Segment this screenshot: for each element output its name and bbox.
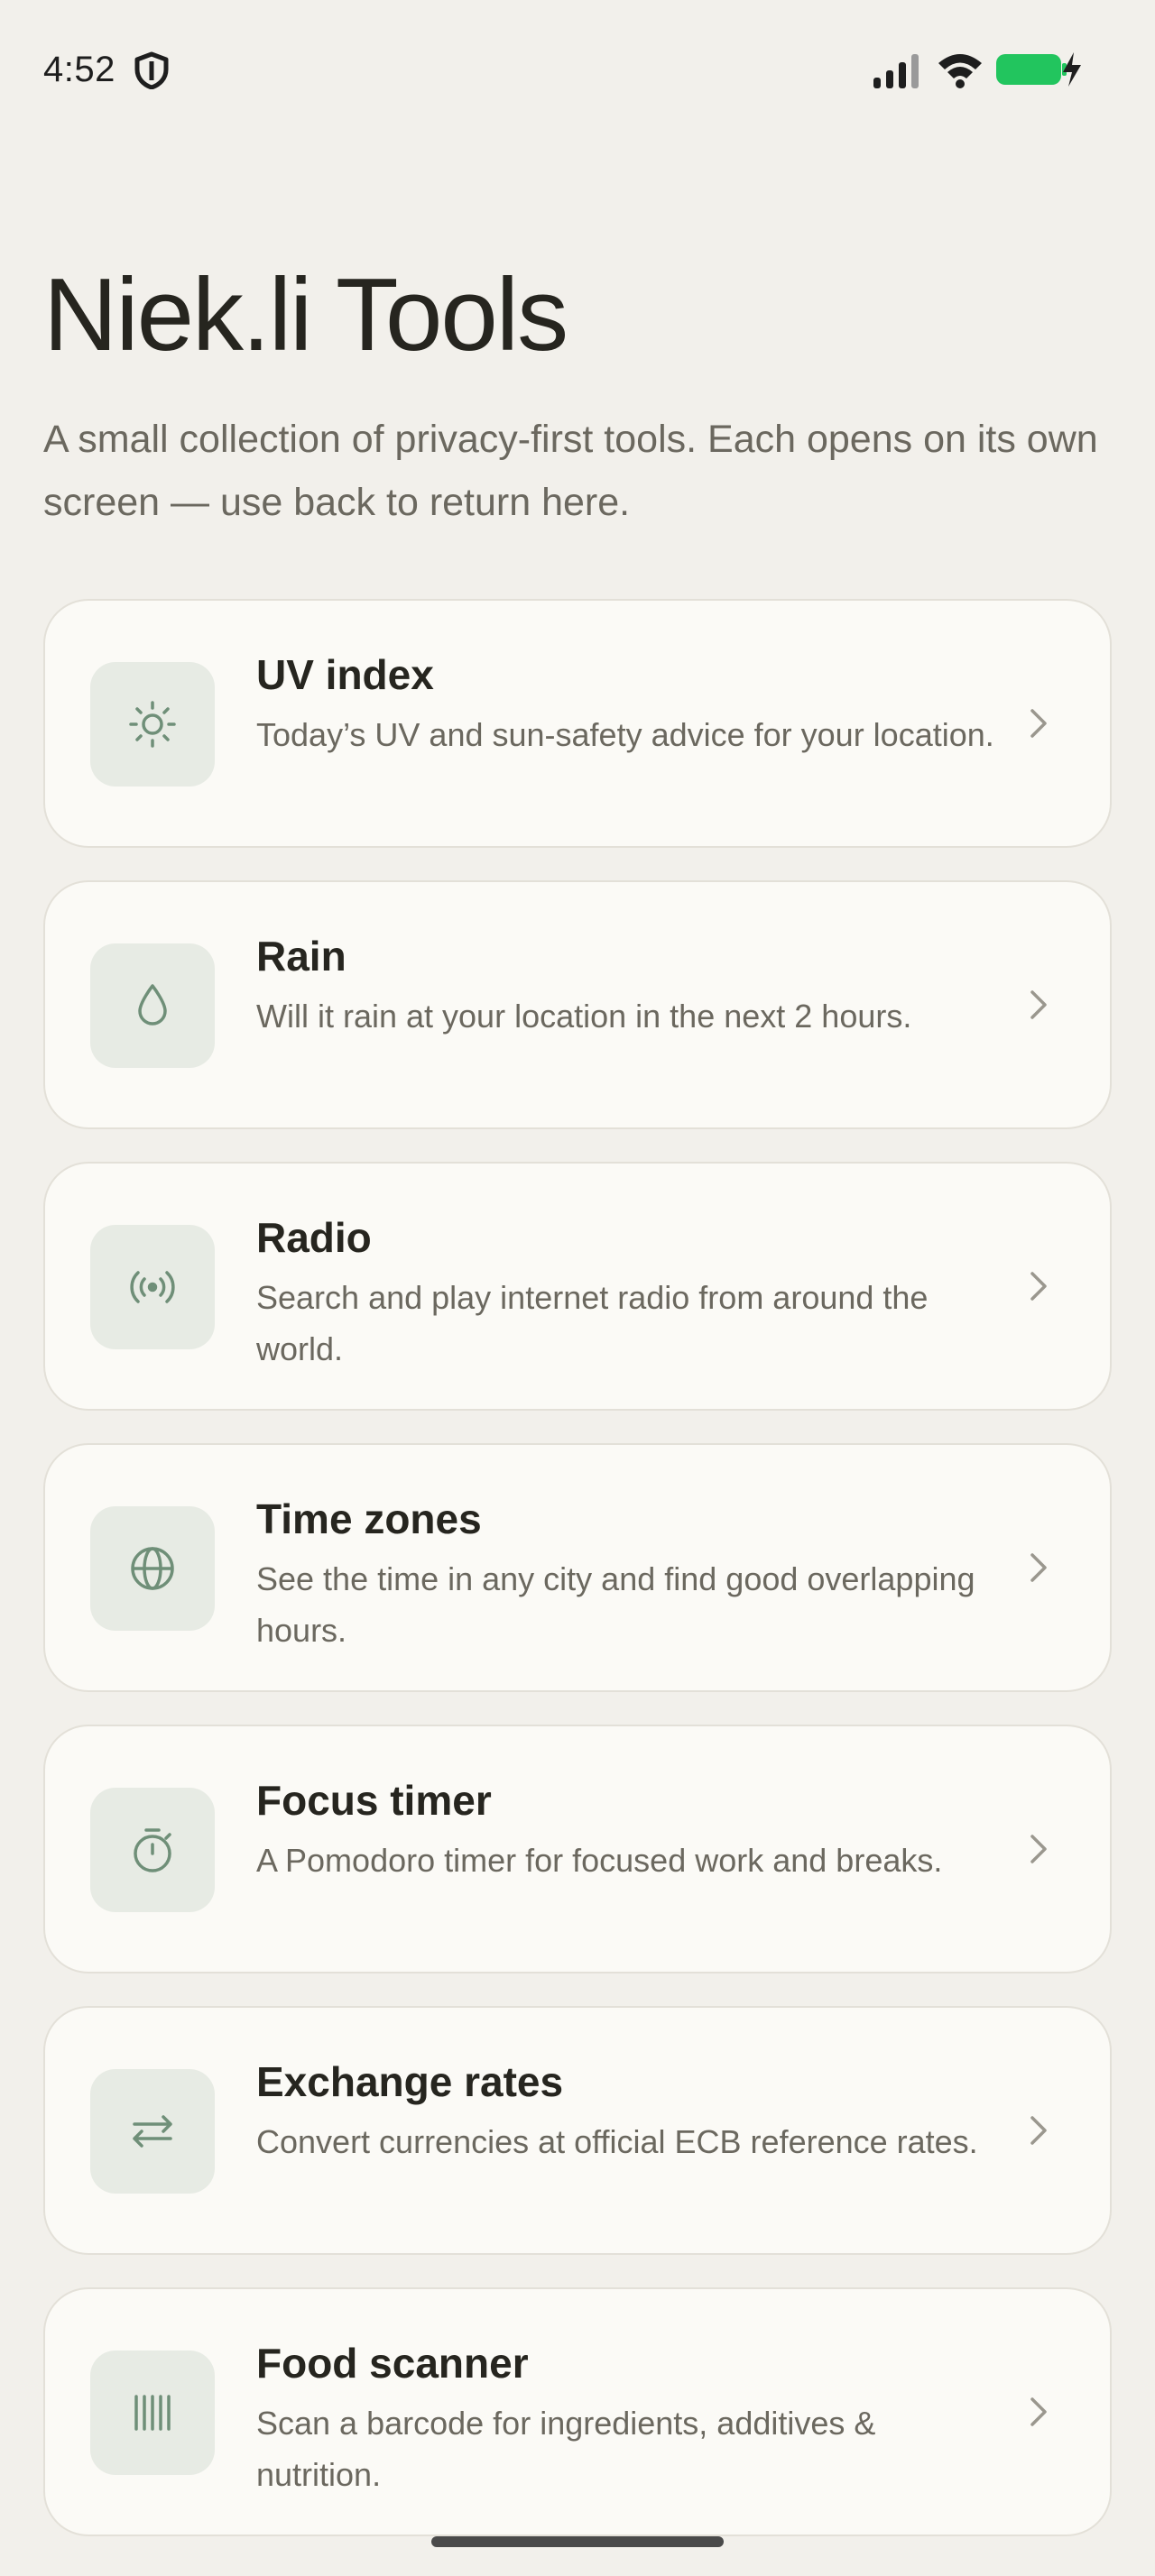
chevron-right-icon [1030, 1272, 1047, 1301]
battery-charging-icon [996, 52, 1081, 87]
tool-card-time-zones[interactable]: Time zones See the time in any city and … [43, 1443, 1112, 1692]
shield-icon [134, 51, 169, 89]
tool-card-radio[interactable]: Radio Search and play internet radio fro… [43, 1162, 1112, 1411]
tool-icon-box [90, 1225, 215, 1349]
signal-icon [873, 54, 919, 88]
chevron-right-icon [1030, 1553, 1047, 1582]
tool-card-food-scanner[interactable]: Food scanner Scan a barcode for ingredie… [43, 2287, 1112, 2536]
barcode-icon [134, 2395, 171, 2431]
status-bar: 4:52 [0, 0, 1155, 135]
tool-list: UV index Today’s UV and sun-safety advic… [43, 599, 1112, 2569]
tool-description: Convert currencies at official ECB refer… [256, 2123, 978, 2160]
page-title: Niek.li Tools [43, 258, 568, 373]
tool-name: Radio [256, 1214, 372, 1261]
chevron-right-icon [1030, 990, 1047, 1019]
tool-card-exchange-rates[interactable]: Exchange rates Convert currencies at off… [43, 2006, 1112, 2255]
chevron-right-icon [1030, 1835, 1047, 1863]
stopwatch-icon [134, 1828, 171, 1872]
chevron-right-icon [1030, 2397, 1047, 2426]
tool-description: Today’s UV and sun-safety advice for you… [256, 716, 994, 753]
chevron-right-icon [1030, 2116, 1047, 2145]
tool-icon-box [90, 1506, 215, 1631]
radio-broadcast-icon [130, 1271, 175, 1303]
tool-icon-box [90, 943, 215, 1068]
tool-icon-box [90, 2351, 215, 2475]
tool-name: Focus timer [256, 1777, 492, 1824]
tool-icon-box [90, 662, 215, 787]
tool-name: Time zones [256, 1495, 482, 1542]
tool-description: Scan a barcode for ingredients, additive… [256, 2405, 876, 2493]
tool-description: A Pomodoro timer for focused work and br… [256, 1842, 943, 1879]
wifi-icon [938, 54, 982, 88]
tool-name: UV index [256, 651, 434, 698]
tool-description: See the time in any city and find good o… [256, 1560, 975, 1649]
tool-description: Will it rain at your location in the nex… [256, 998, 912, 1035]
tool-icon-box [90, 2069, 215, 2194]
tool-name: Food scanner [256, 2340, 529, 2387]
tool-card-rain[interactable]: Rain Will it rain at your location in th… [43, 880, 1112, 1129]
tool-name: Exchange rates [256, 2058, 564, 2105]
chevron-right-icon [1030, 709, 1047, 738]
tool-card-focus-timer[interactable]: Focus timer A Pomodoro timer for focused… [43, 1725, 1112, 1973]
tool-card-uv-index[interactable]: UV index Today’s UV and sun-safety advic… [43, 599, 1112, 848]
home-indicator[interactable] [431, 2536, 724, 2547]
droplet-icon [138, 984, 167, 1026]
page-intro: A small collection of privacy-first tool… [43, 418, 1098, 524]
tool-icon-box [90, 1788, 215, 1912]
tool-description: Search and play internet radio from arou… [256, 1279, 929, 1367]
status-time: 4:52 [43, 50, 116, 89]
tool-name: Rain [256, 933, 346, 980]
exchange-arrows-icon [133, 2115, 172, 2148]
globe-icon [131, 1547, 174, 1590]
sun-icon [129, 701, 176, 748]
